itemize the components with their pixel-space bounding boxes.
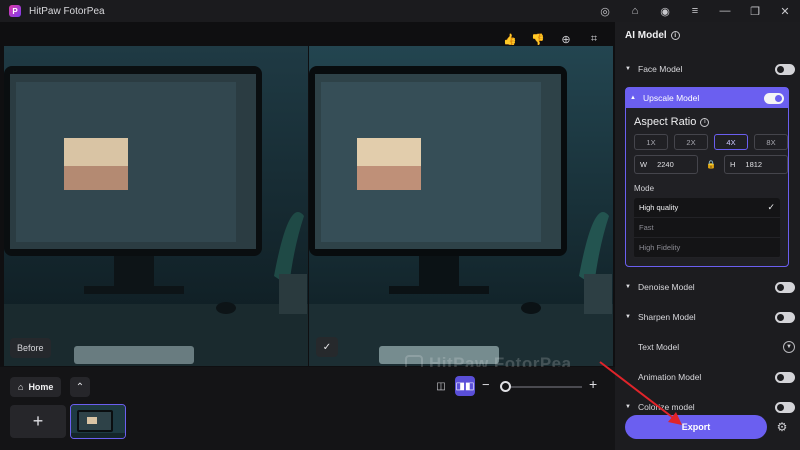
zoom-in-button[interactable]: + bbox=[589, 376, 597, 392]
width-label: W bbox=[640, 160, 648, 169]
chevron-down-icon[interactable]: ▼ bbox=[783, 341, 795, 353]
lock-icon[interactable]: 🔒 bbox=[706, 160, 716, 170]
discord-icon[interactable]: ◎ bbox=[590, 0, 620, 22]
home-icon: ⌂ bbox=[18, 382, 24, 392]
bottom-bar: ⌂ Home ⌃ ◫ ◨◧ − + + bbox=[0, 367, 615, 450]
model-label: Colorize model bbox=[638, 402, 695, 412]
model-row-sharpen[interactable]: ▼ Sharpen Model bbox=[625, 308, 795, 326]
expand-caret-icon: ▼ bbox=[625, 404, 631, 410]
height-label: H bbox=[730, 160, 736, 169]
add-image-button[interactable]: + bbox=[10, 405, 66, 438]
aspect-ratio-title: Aspect Ratio i bbox=[634, 116, 710, 128]
mode-option-high-fidelity[interactable]: High Fidelity bbox=[634, 238, 780, 258]
ratio-2x-button[interactable]: 2X bbox=[674, 134, 708, 150]
title-bar: P HitPaw FotorPea ◎ ⌂ ◉ ≡ — ❐ ✕ bbox=[0, 0, 800, 22]
menu-icon[interactable]: ≡ bbox=[680, 0, 710, 22]
face-model-toggle[interactable] bbox=[775, 63, 795, 75]
animation-model-toggle[interactable] bbox=[775, 371, 795, 383]
collapse-caret-icon: ▲ bbox=[630, 95, 636, 101]
zoom-out-button[interactable]: − bbox=[482, 377, 490, 392]
check-icon: ✓ bbox=[767, 202, 775, 212]
model-label: Denoise Model bbox=[638, 282, 695, 292]
after-check-icon[interactable]: ✓ bbox=[316, 337, 338, 357]
zoom-slider-handle[interactable] bbox=[500, 381, 511, 392]
height-field[interactable]: H 1812 bbox=[724, 155, 788, 174]
model-row-text[interactable]: Text Model ▼ bbox=[625, 338, 795, 356]
mode-option-high-quality[interactable]: High quality ✓ bbox=[634, 198, 780, 218]
home-label: Home bbox=[28, 382, 54, 392]
after-image bbox=[309, 46, 613, 366]
model-row-colorize[interactable]: ▼ Colorize model bbox=[625, 398, 795, 416]
app-title: HitPaw FotorPea bbox=[29, 5, 105, 17]
collapse-up-button[interactable]: ⌃ bbox=[70, 377, 90, 397]
settings-gear-icon[interactable]: ⚙ bbox=[775, 420, 789, 434]
expand-caret-icon: ▼ bbox=[625, 66, 631, 72]
title-bar-controls: ◎ ⌂ ◉ ≡ — ❐ ✕ bbox=[590, 0, 800, 22]
image-thumbnail[interactable] bbox=[70, 404, 126, 439]
panel-title-text: AI Model bbox=[625, 30, 667, 41]
mode-option-fast[interactable]: Fast bbox=[634, 218, 780, 238]
export-button[interactable]: Export bbox=[625, 415, 767, 439]
info-icon[interactable]: i bbox=[700, 117, 710, 127]
ratio-4x-button[interactable]: 4X bbox=[714, 134, 748, 150]
mode-option-label: High quality bbox=[639, 203, 679, 212]
expand-caret-icon: ▼ bbox=[625, 284, 631, 290]
mode-list: High quality ✓ Fast High Fidelity bbox=[634, 198, 780, 258]
before-image bbox=[4, 46, 308, 366]
expand-caret-icon: ▼ bbox=[625, 314, 631, 320]
width-value: 2240 bbox=[657, 160, 674, 169]
ratio-8x-button[interactable]: 8X bbox=[754, 134, 788, 150]
aspect-ratio-label: Aspect Ratio bbox=[634, 116, 697, 128]
restore-icon[interactable]: ❐ bbox=[740, 0, 770, 22]
model-label: Animation Model bbox=[638, 372, 702, 382]
width-field[interactable]: W 2240 bbox=[634, 155, 698, 174]
mode-label: Mode bbox=[634, 184, 655, 193]
model-label: Upscale Model bbox=[643, 93, 700, 103]
minimize-icon[interactable]: — bbox=[710, 0, 740, 22]
gift-icon[interactable]: ⌂ bbox=[620, 0, 650, 22]
single-view-icon[interactable]: ◫ bbox=[432, 377, 450, 395]
mode-option-label: Fast bbox=[639, 223, 654, 232]
app-window: P HitPaw FotorPea ◎ ⌂ ◉ ≡ — ❐ ✕ 👍 👎 ⊕ ⌗ bbox=[0, 0, 800, 450]
split-view-icon[interactable]: ◨◧ bbox=[455, 376, 475, 396]
account-icon[interactable]: ◉ bbox=[650, 0, 680, 22]
model-row-denoise[interactable]: ▼ Denoise Model bbox=[625, 278, 795, 296]
upscale-model-section: ▲ Upscale Model Aspect Ratio i 1X 2X 4X … bbox=[625, 87, 789, 267]
ai-model-panel: AI Model i ▼ Face Model ▲ Upscale Model … bbox=[615, 22, 800, 450]
model-row-face[interactable]: ▼ Face Model bbox=[625, 60, 795, 78]
zoom-slider-track[interactable] bbox=[502, 386, 582, 388]
height-value: 1812 bbox=[745, 160, 763, 169]
app-logo-icon: P bbox=[9, 5, 21, 17]
model-label: Sharpen Model bbox=[638, 312, 696, 322]
model-label: Text Model bbox=[638, 342, 680, 352]
canvas-area: 👍 👎 ⊕ ⌗ Before ✓ HitPaw FotorPea bbox=[0, 22, 615, 373]
close-icon[interactable]: ✕ bbox=[770, 0, 800, 22]
upscale-model-toggle[interactable] bbox=[764, 92, 784, 104]
before-label: Before bbox=[10, 338, 51, 358]
model-row-animation[interactable]: Animation Model bbox=[625, 368, 795, 386]
ratio-options: 1X 2X 4X 8X bbox=[634, 134, 788, 150]
colorize-model-toggle[interactable] bbox=[775, 401, 795, 413]
denoise-model-toggle[interactable] bbox=[775, 281, 795, 293]
model-row-upscale[interactable]: ▲ Upscale Model bbox=[626, 88, 788, 108]
panel-title: AI Model i bbox=[625, 30, 680, 41]
info-icon[interactable]: i bbox=[670, 31, 680, 40]
model-label: Face Model bbox=[638, 64, 683, 74]
sharpen-model-toggle[interactable] bbox=[775, 311, 795, 323]
home-button[interactable]: ⌂ Home bbox=[10, 377, 62, 397]
mode-option-label: High Fidelity bbox=[639, 243, 681, 252]
ratio-1x-button[interactable]: 1X bbox=[634, 134, 668, 150]
dimension-fields: W 2240 🔒 H 1812 bbox=[634, 155, 788, 174]
